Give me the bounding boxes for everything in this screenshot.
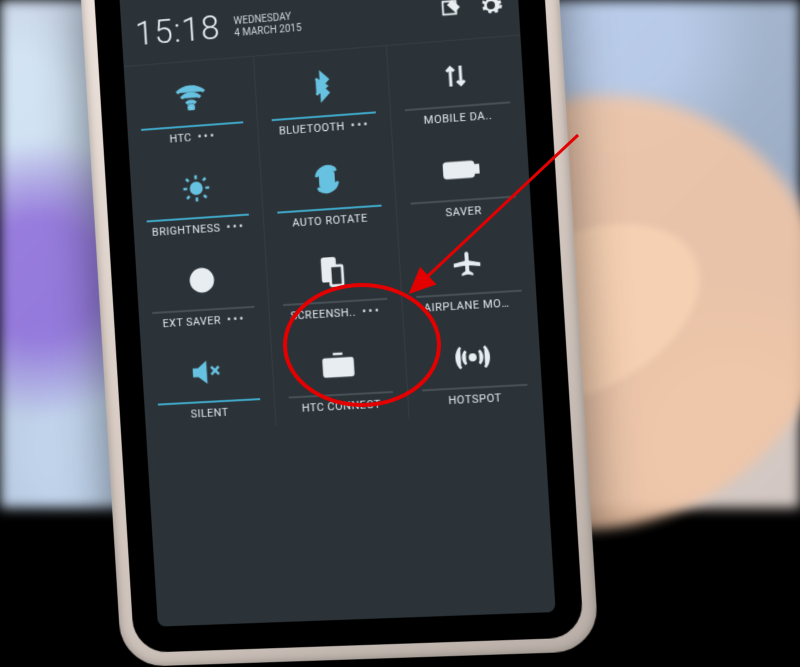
tile-bluetooth[interactable]: BLUETOOTH ••• bbox=[253, 46, 391, 149]
wifi-icon bbox=[173, 81, 208, 111]
tile-label: HTC bbox=[169, 131, 192, 145]
data-arrows-icon bbox=[439, 60, 471, 93]
hotspot-icon bbox=[454, 341, 490, 373]
date-block: WEDNESDAY 4 MARCH 2015 bbox=[233, 10, 302, 40]
mute-icon bbox=[190, 356, 225, 387]
tile-airplane-mode[interactable]: AIRPLANE MODE bbox=[397, 224, 538, 326]
leaf-icon bbox=[186, 265, 217, 296]
tile-label: SCREENSH.. bbox=[290, 306, 356, 323]
tile-mobile-data[interactable]: MOBILE DA.. bbox=[386, 35, 527, 139]
quick-settings-screen: No SIM card 15:18 WEDNESDAY 4 MARCH 2015 bbox=[119, 0, 556, 627]
tile-hotspot[interactable]: HOTSPOT bbox=[403, 318, 544, 419]
phone-body: No SIM card 15:18 WEDNESDAY 4 MARCH 2015 bbox=[78, 0, 599, 667]
phone-glass: No SIM card 15:18 WEDNESDAY 4 MARCH 2015 bbox=[92, 0, 584, 653]
clock-block[interactable]: 15:18 bbox=[134, 11, 221, 52]
more-dots-icon[interactable]: ••• bbox=[350, 121, 370, 130]
brightness-icon bbox=[179, 171, 212, 205]
tile-label: HTC CONNECT bbox=[301, 398, 381, 415]
clock-time: 15:18 bbox=[134, 11, 221, 52]
tile-label: SAVER bbox=[445, 204, 482, 220]
more-dots-icon[interactable]: ••• bbox=[226, 222, 245, 231]
tile-brightness[interactable]: BRIGHTNESS ••• bbox=[129, 149, 264, 250]
quick-settings-grid: HTC ••• BLUETOOTH ••• MOBILE DA.. BRIGHTNE… bbox=[124, 35, 544, 432]
bluetooth-icon bbox=[310, 70, 334, 104]
tile-wifi[interactable]: HTC ••• bbox=[124, 57, 259, 159]
tile-silent[interactable]: SILENT bbox=[140, 334, 275, 433]
edit-icon bbox=[439, 0, 463, 21]
rotate-icon bbox=[311, 162, 345, 196]
tile-saver[interactable]: SAVER bbox=[391, 130, 532, 233]
tile-label: SILENT bbox=[190, 406, 229, 421]
tile-screenshot[interactable]: SCREENSH.. ••• bbox=[265, 233, 403, 334]
tile-ext-saver[interactable]: EXT SAVER ••• bbox=[135, 241, 270, 341]
tile-label: AUTO ROTATE bbox=[292, 212, 368, 230]
airplane-icon bbox=[449, 247, 485, 279]
tile-label: BLUETOOTH bbox=[279, 120, 345, 138]
tile-label: HOTSPOT bbox=[448, 391, 502, 407]
gear-icon bbox=[478, 0, 504, 18]
more-dots-icon[interactable]: ••• bbox=[227, 315, 246, 324]
tile-label: MOBILE DA.. bbox=[423, 109, 492, 127]
cast-icon bbox=[321, 350, 356, 380]
more-dots-icon[interactable]: ••• bbox=[197, 132, 216, 141]
tile-label: AIRPLANE MODE bbox=[423, 296, 515, 315]
tile-label: EXT SAVER bbox=[162, 314, 221, 330]
edit-tiles-button[interactable] bbox=[436, 0, 464, 23]
screenshot-icon bbox=[317, 255, 349, 289]
tile-auto-rotate[interactable]: AUTO ROTATE bbox=[259, 139, 397, 241]
tile-htc-connect[interactable]: HTC CONNECT bbox=[270, 326, 408, 426]
settings-button[interactable] bbox=[477, 0, 505, 19]
battery-icon bbox=[442, 157, 480, 182]
tile-label: BRIGHTNESS bbox=[152, 221, 221, 238]
more-dots-icon[interactable]: ••• bbox=[362, 307, 382, 316]
